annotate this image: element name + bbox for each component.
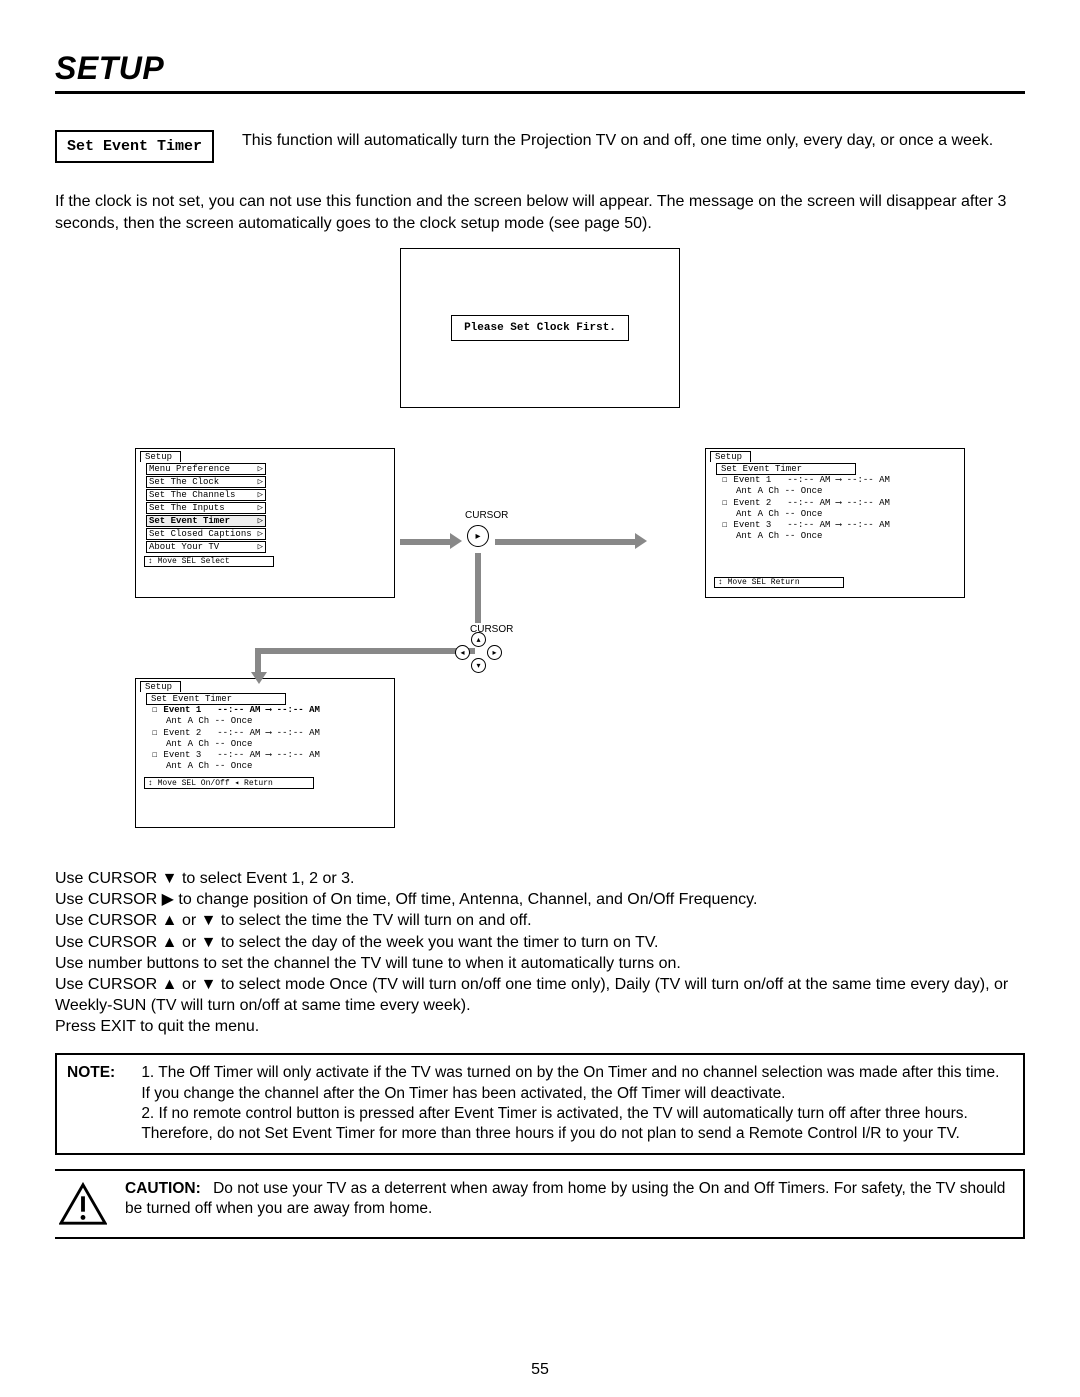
menu-footer-hint: ↕ Move SEL Return [714,577,844,588]
instruction-line: Use CURSOR ▲ or ▼ to select the day of t… [55,932,1025,953]
subtab-set-event-timer: Set Event Timer [146,693,286,705]
function-description: This function will automatically turn th… [242,130,993,152]
event-row: ☐Event 1--:-- AM ⟶ --:-- AM [722,475,960,486]
instruction-line: Use CURSOR ▲ or ▼ to select the time the… [55,910,1025,931]
instruction-line: Use number buttons to set the channel th… [55,953,1025,974]
tab-setup: Setup [140,451,181,462]
clock-warning-screen: Please Set Clock First. [400,248,680,408]
menu-item: Set The Inputs▷ [146,502,266,514]
menu-item: Set Closed Captions▷ [146,528,266,540]
warning-triangle-icon [55,1179,111,1229]
event-timer-edit-screen: Setup Set Event Timer ☐Event 1--:-- AM ⟶… [135,678,395,828]
page-number: 55 [0,1361,1080,1379]
note-box: NOTE: 1. The Off Timer will only activat… [55,1053,1025,1155]
menu-item: Set Event Timer▷ [146,515,266,527]
event-row: ☐Event 2--:-- AM ⟶ --:-- AM [152,728,390,739]
navigation-diagram: Setup Menu Preference▷Set The Clock▷Set … [55,448,1025,848]
instruction-line: Use CURSOR ▼ to select Event 1, 2 or 3. [55,868,1025,889]
page-title: SETUP [55,50,1025,94]
event-subrow: Ant A Ch -- Once [736,531,960,542]
tab-setup: Setup [710,451,751,462]
event-row: ☐Event 3--:-- AM ⟶ --:-- AM [152,750,390,761]
menu-item: Set The Clock▷ [146,476,266,488]
instruction-line: Use CURSOR ▶ to change position of On ti… [55,889,1025,910]
event-subrow: Ant A Ch -- Once [166,761,390,772]
cursor-pad-icon: ▴ ◂ ▸ ▾ [457,636,501,668]
caution-box: CAUTION: Do not use your TV as a deterre… [55,1169,1025,1239]
cursor-label: CURSOR [465,510,508,521]
instructions-block: Use CURSOR ▼ to select Event 1, 2 or 3.U… [55,868,1025,1037]
note-label: NOTE: [67,1063,137,1083]
tab-setup: Setup [140,681,181,692]
arrow-right-icon [400,535,460,545]
cursor-right-button-icon: ▸ [467,525,489,547]
event-subrow: Ant A Ch -- Once [166,739,390,750]
instruction-line: Use CURSOR ▲ or ▼ to select mode Once (T… [55,974,1025,1016]
event-row: ☐Event 2--:-- AM ⟶ --:-- AM [722,498,960,509]
subtab-set-event-timer: Set Event Timer [716,463,856,475]
menu-item: About Your TV▷ [146,541,266,553]
note-item: 2. If no remote control button is presse… [141,1104,1007,1145]
event-subrow: Ant A Ch -- Once [736,509,960,520]
instruction-line: Press EXIT to quit the menu. [55,1016,1025,1037]
menu-item: Menu Preference▷ [146,463,266,475]
arrow-down-icon [473,553,483,623]
arrow-corner-icon [255,648,475,672]
clock-note-paragraph: If the clock is not set, you can not use… [55,191,1025,234]
caution-label: CAUTION: [125,1179,201,1199]
event-subrow: Ant A Ch -- Once [166,716,390,727]
arrow-right-icon [495,535,645,545]
caution-text: Do not use your TV as a deterrent when a… [125,1180,1005,1217]
function-label-box: Set Event Timer [55,130,214,163]
event-subrow: Ant A Ch -- Once [736,486,960,497]
menu-item: Set The Channels▷ [146,489,266,501]
menu-footer-hint: ↕ Move SEL Select [144,556,274,567]
note-item: 1. The Off Timer will only activate if t… [141,1063,1007,1104]
event-timer-list-screen: Setup Set Event Timer ☐Event 1--:-- AM ⟶… [705,448,965,598]
clock-warning-message: Please Set Clock First. [451,315,629,341]
setup-menu-screen: Setup Menu Preference▷Set The Clock▷Set … [135,448,395,598]
event-row: ☐Event 3--:-- AM ⟶ --:-- AM [722,520,960,531]
menu-footer-hint: ↕ Move SEL On/Off ◂ Return [144,777,314,789]
event-row: ☐Event 1--:-- AM ⟶ --:-- AM [152,705,390,716]
